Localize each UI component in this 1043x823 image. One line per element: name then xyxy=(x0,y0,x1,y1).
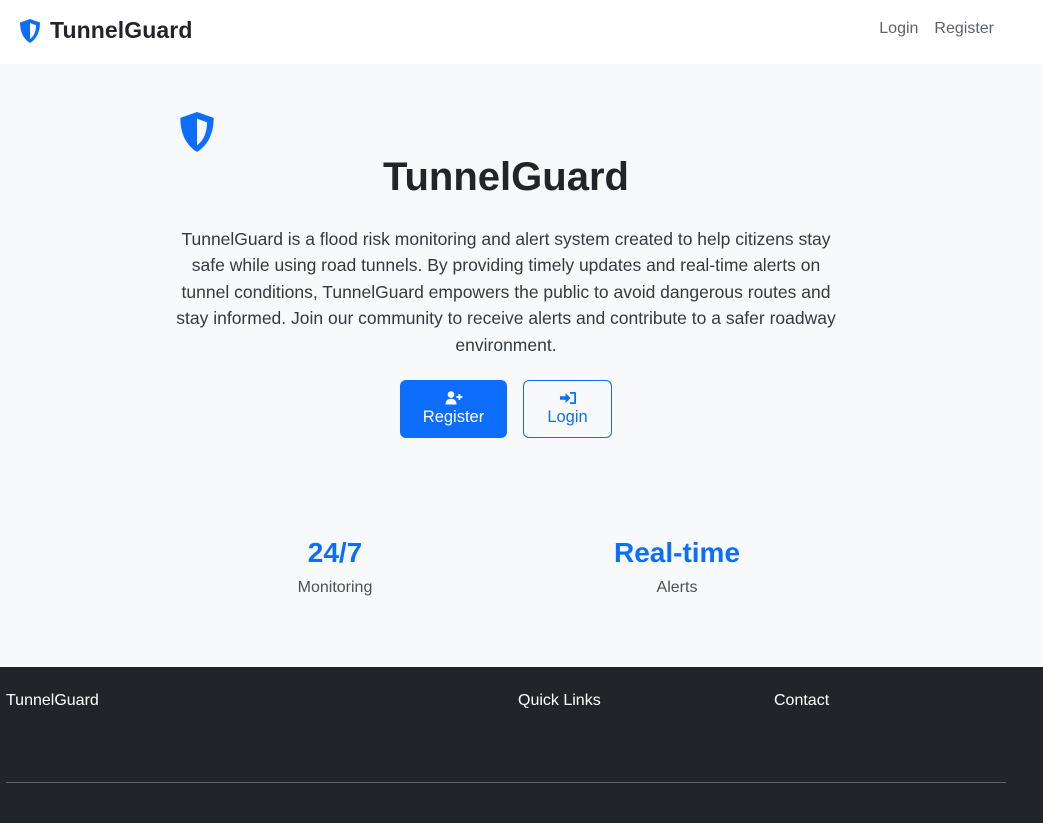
hero-actions: Register Login xyxy=(400,380,612,438)
nav-links: Login Register xyxy=(879,20,994,38)
login-button-label: Login xyxy=(547,408,588,426)
nav-login-link[interactable]: Login xyxy=(879,20,918,38)
login-button[interactable]: Login xyxy=(523,380,612,438)
register-button-label: Register xyxy=(422,408,485,426)
stat-alerts: Real-time Alerts xyxy=(587,535,767,597)
nav-register-link[interactable]: Register xyxy=(934,20,994,38)
register-button[interactable]: Register xyxy=(400,380,507,438)
shield-icon xyxy=(20,18,40,43)
shield-icon xyxy=(180,112,214,152)
footer-brand-heading: TunnelGuard xyxy=(6,692,99,709)
footer-contact-heading: Contact xyxy=(774,692,830,709)
navbar: TunnelGuard Login Register xyxy=(0,0,1043,64)
stat-label: Alerts xyxy=(656,579,698,596)
sign-in-icon xyxy=(559,392,576,404)
brand-name: TunnelGuard xyxy=(50,17,193,43)
stat-value: 24/7 xyxy=(307,537,363,568)
hero-description: TunnelGuard is a flood risk monitoring a… xyxy=(176,229,836,355)
stat-label: Monitoring xyxy=(297,579,373,596)
hero-title: TunnelGuard xyxy=(383,155,629,199)
stat-value: Real-time xyxy=(613,537,741,568)
brand-link[interactable]: TunnelGuard xyxy=(18,17,193,44)
stat-monitoring: 24/7 Monitoring xyxy=(245,535,425,597)
user-plus-icon xyxy=(445,391,462,405)
footer-divider xyxy=(6,782,1006,783)
footer-quick-links-heading: Quick Links xyxy=(518,692,601,709)
footer: TunnelGuard Quick Links Contact xyxy=(0,667,1043,823)
